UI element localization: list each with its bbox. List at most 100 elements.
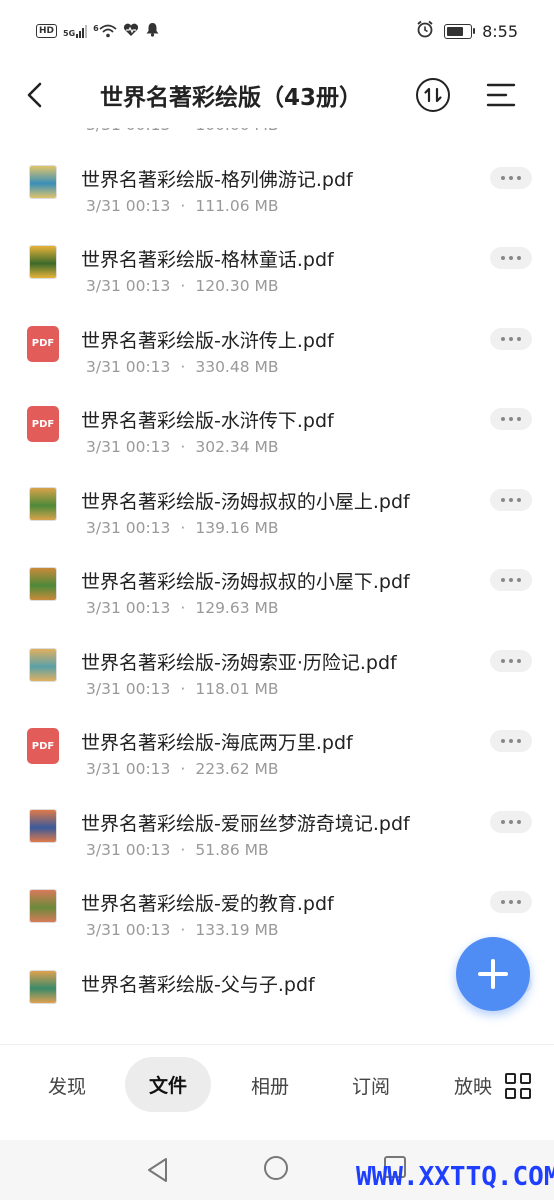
more-dot: [509, 900, 513, 904]
file-meta: 3/31 00:13 · 129.63 MB: [86, 599, 279, 617]
more-dot: [517, 819, 521, 824]
more-options-icon[interactable]: [490, 649, 532, 672]
status-bar: HD 5G 6 8:55: [0, 0, 554, 62]
file-date: 3/31 00:13: [86, 128, 170, 134]
pdf-file-icon: PDF: [27, 406, 59, 442]
file-row[interactable]: 世界名著彩绘版-格列佛游记.pdf 3/31 00:13 · 111.06 MB: [0, 151, 554, 232]
more-dot: [517, 578, 521, 582]
more-options-icon[interactable]: [490, 166, 532, 189]
more-options-icon[interactable]: [490, 488, 532, 511]
more-dot: [501, 819, 505, 824]
top-app-bar: 世界名著彩绘版（43册）: [0, 62, 554, 128]
more-dot: [517, 175, 521, 180]
file-meta: 3/31 00:13 · 118.01 MB: [86, 680, 279, 698]
more-options-icon[interactable]: [490, 408, 532, 430]
more-options-icon[interactable]: [490, 247, 532, 269]
tab-albums[interactable]: 相册: [251, 1072, 289, 1099]
file-name: 世界名著彩绘版-汤姆叔叔的小屋下.pdf: [81, 571, 410, 593]
file-meta: 3/31 00:13 · 100.00 MB: [86, 128, 279, 134]
wifi-icon: 6: [93, 24, 117, 38]
book-cover-thumbnail: [30, 970, 56, 1003]
file-size: 139.16 MB: [195, 518, 279, 537]
hd-badge: HD: [36, 24, 58, 38]
bottom-tab-bar: 发现 文件 相册 订阅 放映: [0, 1044, 554, 1141]
tab-playback[interactable]: 放映: [454, 1072, 492, 1099]
tab-files[interactable]: 文件: [125, 1057, 212, 1112]
file-name: 世界名著彩绘版-水浒传下.pdf: [81, 410, 334, 432]
meta-separator: ·: [180, 760, 186, 778]
more-dot: [501, 417, 505, 421]
more-dot: [517, 739, 521, 743]
more-options-icon[interactable]: [490, 730, 532, 752]
file-list-inner: 世界名著彩绘版-朱自清散文集.pdf3/31 00:13·100.00 MB世界…: [0, 128, 554, 1036]
more-options-icon[interactable]: [490, 327, 532, 350]
file-meta: 3/31 00:13 · 330.48 MB: [86, 358, 279, 376]
more-options-icon[interactable]: [490, 569, 532, 591]
file-name: 世界名著彩绘版-爱的教育.pdf: [81, 893, 334, 915]
more-options-icon[interactable]: [490, 810, 532, 833]
book-cover-thumbnail: [30, 246, 56, 278]
file-size: 302.34 MB: [195, 438, 279, 456]
tab-discover[interactable]: 发现: [48, 1072, 86, 1099]
chevron-left-icon[interactable]: [22, 78, 52, 112]
meta-separator: ·: [180, 840, 186, 859]
file-meta: 3/31 00:13 · 120.30 MB: [86, 277, 279, 295]
file-row[interactable]: 世界名著彩绘版-爱丽丝梦游奇境记.pdf 3/31 00:13 · 51.86 MB: [0, 795, 554, 876]
file-date: 3/31 00:13: [86, 438, 171, 456]
more-dot: [509, 739, 513, 743]
file-date: 3/31 00:13: [86, 518, 171, 537]
file-row[interactable]: PDF 世界名著彩绘版-水浒传上.pdf 3/31 00:13 · 330.48 MB: [0, 312, 554, 393]
file-name: 世界名著彩绘版-汤姆索亚·历险记.pdf: [81, 651, 397, 674]
file-meta: 3/31 00:13 · 111.06 MB: [86, 197, 279, 215]
more-dot: [509, 417, 513, 421]
grid-apps-icon[interactable]: [505, 1073, 535, 1103]
file-row[interactable]: PDF 世界名著彩绘版-水浒传下.pdf 3/31 00:13 · 302.34 MB: [0, 392, 554, 473]
tab-subscriptions[interactable]: 订阅: [352, 1072, 390, 1099]
nav-back-icon[interactable]: [146, 1157, 170, 1187]
more-dot: [509, 819, 513, 824]
file-meta: 3/31 00:13 · 139.16 MB: [86, 519, 279, 537]
file-date: 3/31 00:13: [86, 679, 171, 698]
file-row[interactable]: 世界名著彩绘版-汤姆叔叔的小屋上.pdf 3/31 00:13 · 139.16 MB: [0, 473, 554, 554]
file-size: 133.19 MB: [195, 921, 279, 939]
page-title: 世界名著彩绘版（43册）: [100, 85, 363, 111]
file-date: 3/31 00:13: [86, 760, 171, 778]
meta-separator: ·: [180, 599, 186, 617]
file-meta: 3/31 00:13 · 51.86 MB: [86, 841, 269, 859]
sort-updown-icon[interactable]: [416, 78, 450, 112]
file-meta: 3/31 00:13 · 133.19 MB: [86, 921, 279, 939]
status-right: 8:55: [416, 20, 518, 42]
plus-icon[interactable]: [456, 937, 530, 1011]
nav-home-icon[interactable]: [264, 1156, 288, 1180]
file-date: 3/31 00:13: [86, 921, 171, 939]
book-cover-thumbnail: [30, 568, 56, 600]
file-row[interactable]: 世界名著彩绘版-朱自清散文集.pdf3/31 00:13·100.00 MB: [0, 128, 554, 151]
book-cover-thumbnail: [30, 487, 56, 520]
meta-separator: ·: [180, 921, 186, 939]
file-size: 118.01 MB: [195, 679, 279, 698]
file-row[interactable]: 世界名著彩绘版-汤姆索亚·历险记.pdf 3/31 00:13 · 118.01 MB: [0, 634, 554, 715]
battery-icon: [444, 23, 476, 39]
file-size: 100.00 MB: [195, 128, 278, 134]
network-5g-label: 5G: [63, 28, 76, 38]
file-list[interactable]: 世界名著彩绘版-朱自清散文集.pdf3/31 00:13·100.00 MB世界…: [0, 128, 554, 1044]
pdf-file-icon: PDF: [27, 325, 59, 362]
file-date: 3/31 00:13: [86, 357, 171, 376]
more-dot: [501, 900, 505, 904]
meta-separator: ·: [180, 679, 186, 698]
more-dot: [509, 658, 513, 663]
file-name: 世界名著彩绘版-爱丽丝梦游奇境记.pdf: [81, 812, 410, 835]
file-size: 223.62 MB: [195, 760, 279, 778]
menu-lines-icon[interactable]: [486, 82, 516, 108]
more-dot: [501, 658, 505, 663]
file-row[interactable]: 世界名著彩绘版-格林童话.pdf 3/31 00:13 · 120.30 MB: [0, 231, 554, 312]
file-row[interactable]: 世界名著彩绘版-汤姆叔叔的小屋下.pdf 3/31 00:13 · 129.63 MB: [0, 553, 554, 634]
file-name: 世界名著彩绘版-格林童话.pdf: [81, 249, 334, 271]
meta-separator: ·: [180, 196, 186, 215]
pdf-file-icon: PDF: [27, 728, 59, 764]
book-cover-thumbnail: [30, 648, 56, 681]
more-options-icon[interactable]: [490, 891, 532, 913]
file-row[interactable]: PDF 世界名著彩绘版-海底两万里.pdf 3/31 00:13 · 223.62 MB: [0, 714, 554, 795]
heart-pulse-icon: [123, 23, 139, 40]
file-name: 世界名著彩绘版-格列佛游记.pdf: [81, 168, 353, 191]
